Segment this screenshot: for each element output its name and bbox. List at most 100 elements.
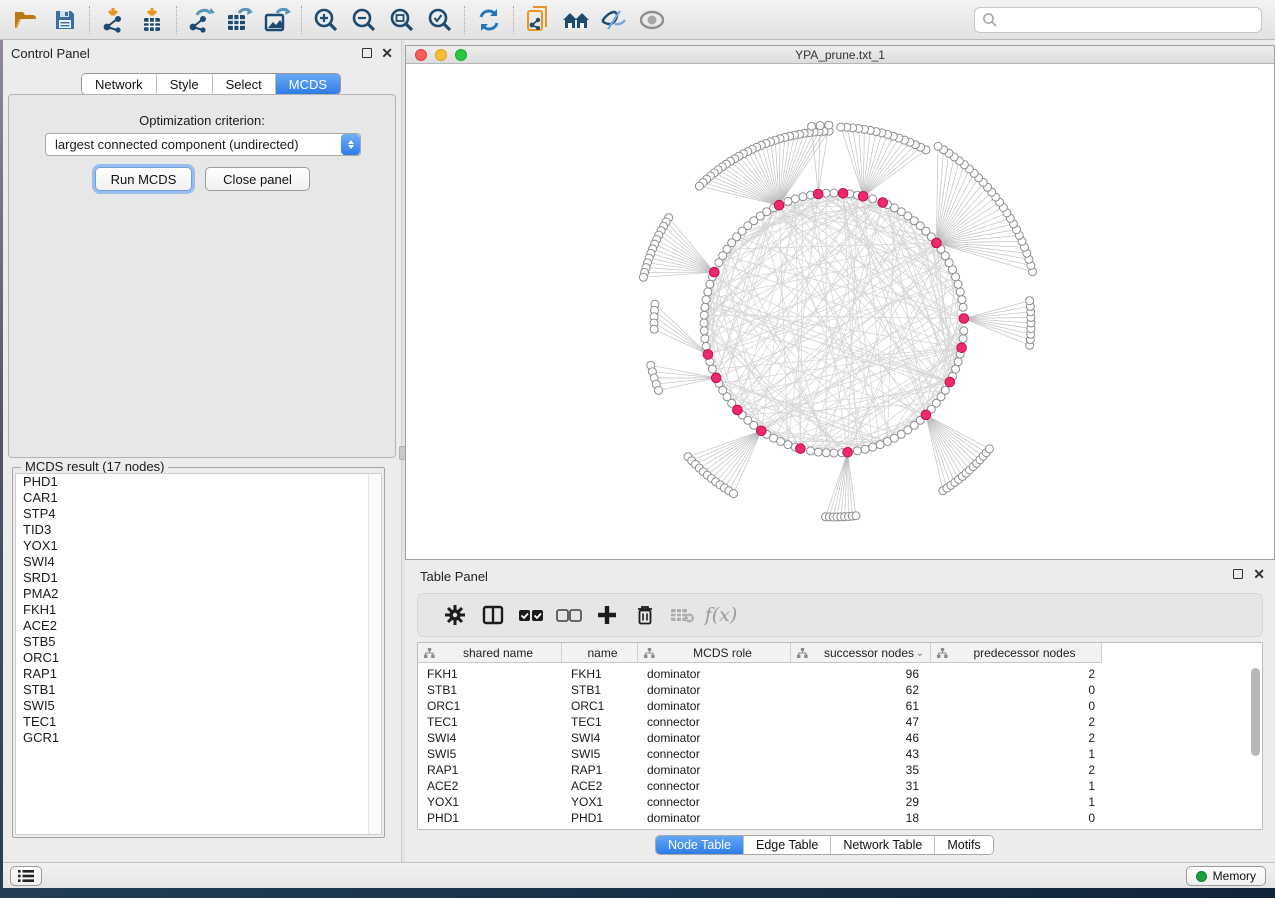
mcds-result-item[interactable]: CAR1 [16, 490, 381, 506]
table-scrollbar[interactable] [1251, 668, 1260, 828]
tab-style[interactable]: Style [157, 74, 213, 94]
table-cell[interactable]: 43 [791, 746, 931, 762]
table-row[interactable]: SWI5SWI5connector431 [418, 746, 1262, 762]
table-cell[interactable]: PHD1 [562, 810, 638, 826]
search-box[interactable] [974, 7, 1262, 33]
sort-indicator-icon[interactable]: ⌄ [916, 648, 924, 659]
table-cell[interactable]: SWI4 [562, 730, 638, 746]
table-scrollbar-thumb[interactable] [1251, 668, 1260, 756]
table-cell[interactable]: YOX1 [418, 794, 562, 810]
mcds-result-item[interactable]: ACE2 [16, 618, 381, 634]
mcds-result-item[interactable]: STB5 [16, 634, 381, 650]
mcds-result-item[interactable]: ORC1 [16, 650, 381, 666]
mcds-result-item[interactable]: SRD1 [16, 570, 381, 586]
table-cell[interactable]: 0 [931, 810, 1102, 826]
toggle-panels-button[interactable] [474, 598, 512, 632]
mcds-result-item[interactable]: RAP1 [16, 666, 381, 682]
tab-node-table[interactable]: Node Table [656, 836, 744, 854]
table-cell[interactable]: 35 [791, 762, 931, 778]
table-cell[interactable]: ACE2 [418, 778, 562, 794]
add-column-button[interactable] [588, 598, 626, 632]
first-neighbors-button[interactable] [557, 4, 595, 36]
memory-button[interactable]: Memory [1186, 866, 1266, 886]
zoom-fit-button[interactable] [383, 4, 421, 36]
table-cell[interactable]: 62 [791, 682, 931, 698]
table-row[interactable]: ACE2ACE2connector311 [418, 778, 1262, 794]
tab-motifs[interactable]: Motifs [935, 836, 992, 854]
table-cell[interactable]: dominator [638, 698, 791, 714]
column-header-predecessor-nodes[interactable]: predecessor nodes [931, 643, 1102, 663]
table-cell[interactable]: TEC1 [418, 714, 562, 730]
mcds-result-item[interactable]: PHD1 [16, 474, 381, 490]
table-cell[interactable]: 61 [791, 698, 931, 714]
tab-mcds[interactable]: MCDS [276, 74, 340, 94]
table-cell[interactable]: 2 [931, 714, 1102, 730]
column-header-name[interactable]: name [562, 643, 638, 663]
function-builder-button[interactable]: f(x) [702, 598, 740, 632]
table-cell[interactable]: 46 [791, 730, 931, 746]
table-row[interactable]: PHD1PHD1dominator180 [418, 810, 1262, 826]
delete-columns-button[interactable] [626, 598, 664, 632]
mcds-list-scrollbar[interactable] [368, 474, 381, 834]
mcds-result-item[interactable]: FKH1 [16, 602, 381, 618]
table-cell[interactable]: dominator [638, 730, 791, 746]
close-panel-icon[interactable]: ✕ [381, 48, 393, 58]
new-network-from-selection-button[interactable] [519, 4, 557, 36]
table-row[interactable]: RAP1RAP1dominator352 [418, 762, 1262, 778]
zoom-out-button[interactable] [345, 4, 383, 36]
table-cell[interactable]: FKH1 [562, 666, 638, 682]
node-table-rows[interactable]: FKH1FKH1dominator962STB1STB1dominator620… [418, 663, 1262, 829]
column-header-successor-nodes[interactable]: successor nodes⌄ [791, 643, 931, 663]
task-history-button[interactable] [10, 866, 42, 886]
close-panel-button[interactable]: Close panel [205, 167, 310, 191]
delete-table-button[interactable] [664, 598, 702, 632]
import-table-button[interactable] [133, 4, 171, 36]
mcds-result-item[interactable]: TID3 [16, 522, 381, 538]
table-cell[interactable]: SWI5 [562, 746, 638, 762]
table-cell[interactable]: STB1 [562, 682, 638, 698]
table-cell[interactable]: 18 [791, 810, 931, 826]
network-window-titlebar[interactable]: YPA_prune.txt_1 [406, 46, 1274, 64]
tab-edge-table[interactable]: Edge Table [744, 836, 831, 854]
table-cell[interactable]: 1 [931, 778, 1102, 794]
table-cell[interactable]: 2 [931, 730, 1102, 746]
select-all-rows-button[interactable] [512, 598, 550, 632]
run-mcds-button[interactable]: Run MCDS [95, 167, 192, 191]
table-cell[interactable]: 1 [931, 794, 1102, 810]
mcds-result-item[interactable]: YOX1 [16, 538, 381, 554]
mcds-result-item[interactable]: PMA2 [16, 586, 381, 602]
column-header-shared-name[interactable]: shared name [418, 643, 562, 663]
mcds-result-item[interactable]: STB1 [16, 682, 381, 698]
table-cell[interactable]: STB1 [418, 682, 562, 698]
table-row[interactable]: SWI4SWI4dominator462 [418, 730, 1262, 746]
mcds-result-item[interactable]: STP4 [16, 506, 381, 522]
table-cell[interactable]: connector [638, 746, 791, 762]
table-cell[interactable]: RAP1 [418, 762, 562, 778]
table-cell[interactable]: connector [638, 714, 791, 730]
export-network-button[interactable] [182, 4, 220, 36]
mcds-result-item[interactable]: SWI5 [16, 698, 381, 714]
tab-network[interactable]: Network [82, 74, 157, 94]
refresh-view-button[interactable] [470, 4, 508, 36]
table-cell[interactable]: 1 [931, 746, 1102, 762]
import-network-button[interactable] [95, 4, 133, 36]
close-table-panel-icon[interactable]: ✕ [1253, 569, 1265, 579]
table-cell[interactable]: 96 [791, 666, 931, 682]
float-window-icon[interactable] [362, 48, 372, 58]
save-session-button[interactable] [46, 4, 84, 36]
table-cell[interactable]: 2 [931, 666, 1102, 682]
mcds-result-list[interactable]: PHD1CAR1STP4TID3YOX1SWI4SRD1PMA2FKH1ACE2… [15, 473, 382, 835]
tab-network-table[interactable]: Network Table [831, 836, 935, 854]
export-image-button[interactable] [258, 4, 296, 36]
export-table-button[interactable] [220, 4, 258, 36]
criterion-select[interactable]: largest connected component (undirected) [45, 133, 361, 156]
table-settings-button[interactable] [436, 598, 474, 632]
hide-graphics-details-button[interactable] [595, 4, 633, 36]
float-table-panel-icon[interactable] [1233, 569, 1243, 579]
table-cell[interactable]: 31 [791, 778, 931, 794]
table-cell[interactable]: TEC1 [562, 714, 638, 730]
table-cell[interactable]: dominator [638, 810, 791, 826]
table-cell[interactable]: ACE2 [562, 778, 638, 794]
table-cell[interactable]: connector [638, 794, 791, 810]
table-row[interactable]: YOX1YOX1connector291 [418, 794, 1262, 810]
